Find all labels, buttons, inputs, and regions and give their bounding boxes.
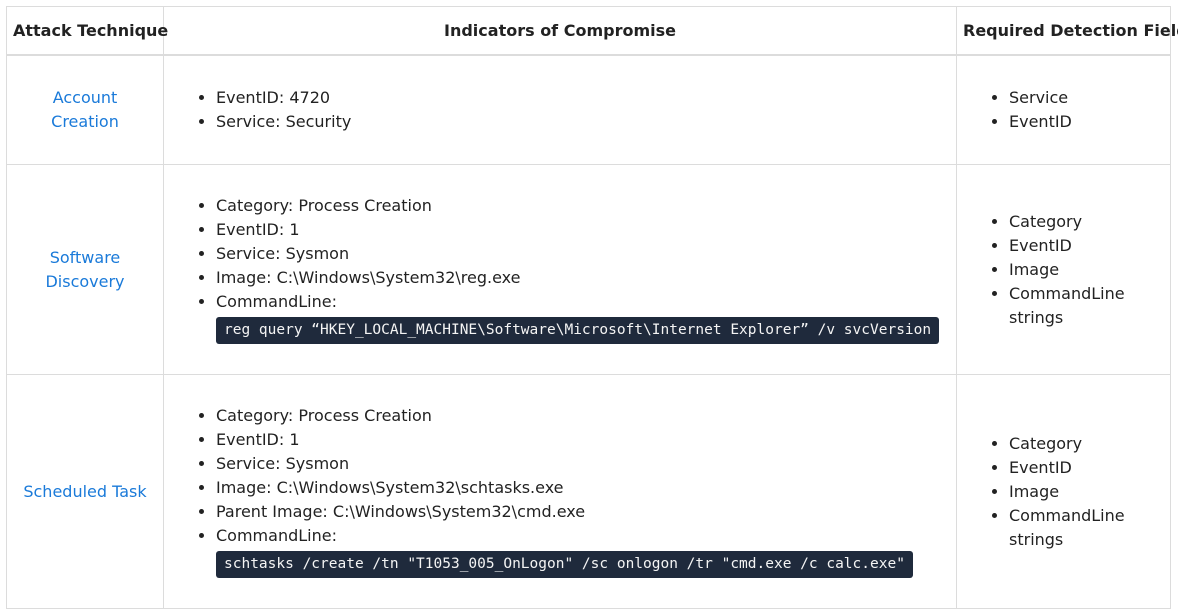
table-row: Software Discovery Category: Process Crea… <box>6 164 1171 375</box>
field-label: strings <box>1009 529 1064 549</box>
indicator-item: CommandLine: schtasks /create /tn "T1053_… <box>216 524 946 580</box>
indicator-item: Service: Sysmon <box>216 242 946 266</box>
technique-link-scheduled-task[interactable]: Scheduled Task <box>23 482 146 501</box>
indicator-item: Service: Sysmon <box>216 452 946 476</box>
indicator-item: Service: Security <box>216 110 946 134</box>
indicators-list: EventID: 4720 Service: Security <box>186 86 946 134</box>
table-row: Scheduled Task Category: Process Creatio… <box>6 374 1171 609</box>
indicator-label: CommandLine: <box>216 291 337 311</box>
indicator-item: EventID: 1 <box>216 428 946 452</box>
technique-cell: Account Creation <box>6 54 164 165</box>
table-row: Account Creation EventID: 4720 Service: … <box>6 54 1171 165</box>
indicator-label: CommandLine: <box>216 525 337 545</box>
field-label: CommandLine <box>1009 283 1125 303</box>
indicator-item: Category: Process Creation <box>216 404 946 428</box>
field-label: strings <box>1009 307 1064 327</box>
technique-cell: Scheduled Task <box>6 374 164 609</box>
field-label: CommandLine <box>1009 505 1125 525</box>
indicators-list: Category: Process Creation EventID: 1 Se… <box>186 194 946 346</box>
fields-cell: Service EventID <box>956 54 1171 165</box>
indicator-item: CommandLine: reg query “HKEY_LOCAL_MACHIN… <box>216 290 946 346</box>
indicator-item: Parent Image: C:\Windows\System32\cmd.ex… <box>216 500 946 524</box>
field-item: Category <box>1009 432 1160 456</box>
field-item: CommandLine strings <box>1009 504 1160 552</box>
field-item: Category <box>1009 210 1160 234</box>
indicators-cell: EventID: 4720 Service: Security <box>163 54 957 165</box>
indicator-item: EventID: 4720 <box>216 86 946 110</box>
ioc-table: Attack Technique Indicators of Compromis… <box>6 6 1178 609</box>
fields-list: Category EventID Image CommandLine string… <box>979 210 1160 330</box>
indicator-item: Category: Process Creation <box>216 194 946 218</box>
indicators-list: Category: Process Creation EventID: 1 Se… <box>186 404 946 580</box>
field-item: Image <box>1009 258 1160 282</box>
indicator-item: Image: C:\Windows\System32\reg.exe <box>216 266 946 290</box>
field-item: EventID <box>1009 234 1160 258</box>
header-indicators-of-compromise: Indicators of Compromise <box>163 6 957 56</box>
field-item: Service <box>1009 86 1160 110</box>
indicator-item: EventID: 1 <box>216 218 946 242</box>
technique-link-line: Software <box>49 247 121 267</box>
fields-cell: Category EventID Image CommandLine string… <box>956 374 1171 609</box>
fields-list: Category EventID Image CommandLine string… <box>979 432 1160 552</box>
header-required-detection-fields: Required Detection Fields <box>956 6 1178 56</box>
field-item: EventID <box>1009 456 1160 480</box>
technique-link-software-discovery[interactable]: Software Discovery <box>45 248 124 291</box>
indicators-cell: Category: Process Creation EventID: 1 Se… <box>163 374 957 609</box>
header-attack-technique: Attack Technique <box>6 6 168 56</box>
indicator-item: Image: C:\Windows\System32\schtasks.exe <box>216 476 946 500</box>
command-line-code: schtasks /create /tn "T1053_005_OnLogon"… <box>216 550 913 578</box>
fields-cell: Category EventID Image CommandLine string… <box>956 164 1171 375</box>
field-item: CommandLine strings <box>1009 282 1160 330</box>
technique-link-line: Discovery <box>45 271 125 291</box>
fields-list: Service EventID <box>979 86 1160 134</box>
technique-cell: Software Discovery <box>6 164 164 375</box>
technique-link-account-creation[interactable]: Account Creation <box>51 88 119 131</box>
table-header-row: Attack Technique Indicators of Compromis… <box>6 6 1178 56</box>
field-item: Image <box>1009 480 1160 504</box>
field-item: EventID <box>1009 110 1160 134</box>
indicators-cell: Category: Process Creation EventID: 1 Se… <box>163 164 957 375</box>
command-line-code: reg query “HKEY_LOCAL_MACHINE\Software\M… <box>216 316 940 344</box>
